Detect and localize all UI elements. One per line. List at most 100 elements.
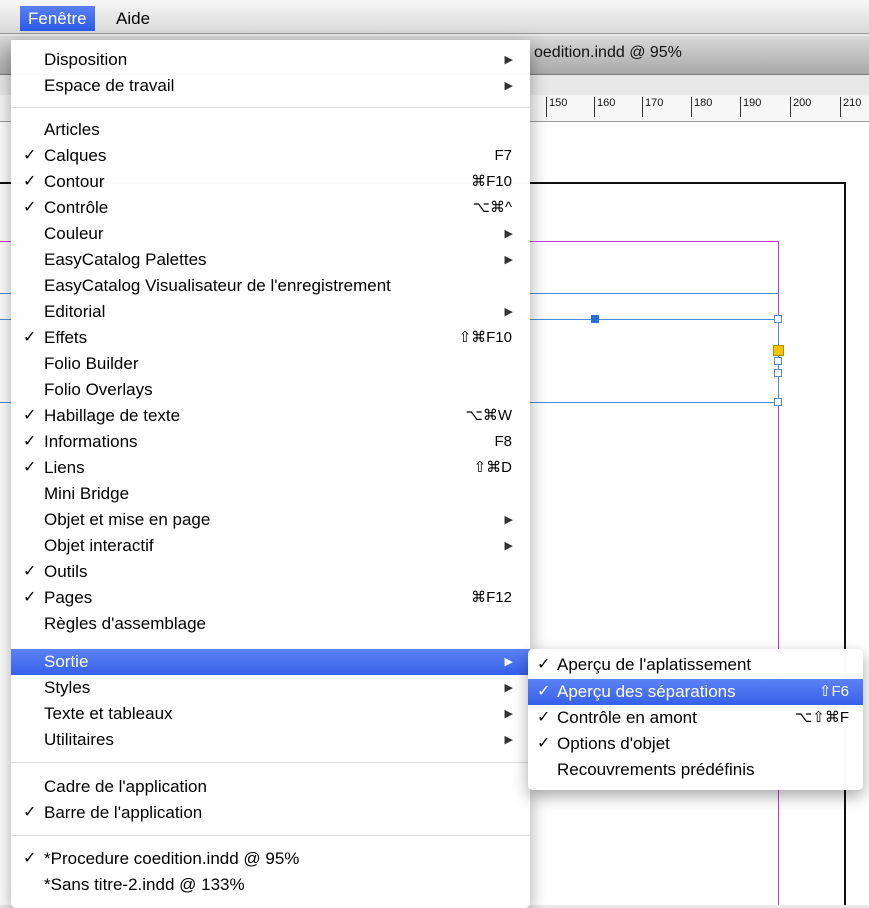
menu-aide[interactable]: Aide <box>108 6 158 31</box>
menu-item-disposition[interactable]: Disposition ▶ <box>11 47 530 73</box>
menu-item-label: Sortie <box>44 652 89 671</box>
menu-item-window-sans-titre-2[interactable]: *Sans titre-2.indd @ 133% <box>11 872 530 898</box>
checkmark-icon: ✓ <box>23 433 37 450</box>
checkmark-icon: ✓ <box>23 199 37 216</box>
checkmark-icon: ✓ <box>23 850 37 867</box>
menu-item-objet-et-mise-en-page[interactable]: Objet et mise en page ▶ <box>11 507 530 533</box>
sortie-submenu: ✓ Aperçu de l'aplatissement ✓ Aperçu des… <box>528 649 863 790</box>
menu-item-contour[interactable]: ✓ Contour ⌘F10 <box>11 169 530 195</box>
shortcut-label: ⌥⌘W <box>465 407 512 424</box>
menu-item-window-procedure-coedition[interactable]: ✓ *Procedure coedition.indd @ 95% <box>11 846 530 872</box>
menu-item-calques[interactable]: ✓ Calques F7 <box>11 143 530 169</box>
menu-item-habillage-de-texte[interactable]: ✓ Habillage de texte ⌥⌘W <box>11 403 530 429</box>
menu-fenetre[interactable]: Fenêtre <box>20 6 95 31</box>
submenu-item-recouvrements-predefinis[interactable]: Recouvrements prédéfinis <box>528 757 863 783</box>
menu-item-controle[interactable]: ✓ Contrôle ⌥⌘^ <box>11 195 530 221</box>
menu-item-label: Pages <box>44 588 93 607</box>
menu-item-label: Contrôle <box>44 198 109 217</box>
checkmark-icon: ✓ <box>23 147 37 164</box>
menu-item-label: Informations <box>44 432 138 451</box>
menu-item-easycatalog-palettes[interactable]: EasyCatalog Palettes ▶ <box>11 247 530 273</box>
menu-item-objet-interactif[interactable]: Objet interactif ▶ <box>11 533 530 559</box>
menu-item-liens[interactable]: ✓ Liens ⇧⌘D <box>11 455 530 481</box>
ruler-tick: 200 <box>790 97 811 117</box>
submenu-arrow-icon: ▶ <box>504 656 513 668</box>
frame-handle[interactable] <box>774 398 782 406</box>
menu-item-regles-d-assemblage[interactable]: Règles d'assemblage <box>11 611 530 637</box>
menu-item-label: Barre de l'application <box>44 803 203 822</box>
menu-item-label: Espace de travail <box>44 76 175 95</box>
menu-item-articles[interactable]: Articles <box>11 117 530 143</box>
submenu-item-apercu-separations[interactable]: ✓ Aperçu des séparations ⇧F6 <box>528 679 863 705</box>
menu-item-label: Liens <box>44 458 85 477</box>
ruler-tick: 150 <box>546 97 567 117</box>
submenu-arrow-icon: ▶ <box>504 228 513 240</box>
checkmark-icon: ✓ <box>23 459 37 476</box>
menubar: Fenêtre Aide <box>0 0 869 34</box>
submenu-item-controle-en-amont[interactable]: ✓ Contrôle en amont ⌥⇧⌘F <box>528 705 863 731</box>
menu-item-pages[interactable]: ✓ Pages ⌘F12 <box>11 585 530 611</box>
checkmark-icon: ✓ <box>23 804 37 821</box>
ruler-tick: 190 <box>740 97 761 117</box>
menu-item-couleur[interactable]: Couleur ▶ <box>11 221 530 247</box>
menu-item-effets[interactable]: ✓ Effets ⇧⌘F10 <box>11 325 530 351</box>
submenu-arrow-icon: ▶ <box>504 254 513 266</box>
checkmark-icon: ✓ <box>23 589 37 606</box>
menu-item-cadre-de-l-application[interactable]: Cadre de l'application <box>11 774 530 800</box>
menu-item-folio-overlays[interactable]: Folio Overlays <box>11 377 530 403</box>
menu-item-sortie[interactable]: Sortie ▶ <box>11 649 530 675</box>
submenu-item-options-d-objet[interactable]: ✓ Options d'objet <box>528 731 863 757</box>
ruler-tick: 170 <box>642 97 663 117</box>
menu-item-informations[interactable]: ✓ Informations F8 <box>11 429 530 455</box>
menu-item-label: Habillage de texte <box>44 406 181 425</box>
shortcut-label: ⌥⇧⌘F <box>794 709 849 726</box>
menu-item-barre-de-l-application[interactable]: ✓ Barre de l'application <box>11 800 530 826</box>
menu-item-texte-et-tableaux[interactable]: Texte et tableaux ▶ <box>11 701 530 727</box>
menu-item-label: Editorial <box>44 302 106 321</box>
checkmark-icon: ✓ <box>23 407 37 424</box>
shortcut-label: ⇧⌘F10 <box>458 329 512 346</box>
menu-item-label: Aperçu de l'aplatissement <box>557 655 752 674</box>
shortcut-label: ⌘F12 <box>471 589 512 606</box>
shortcut-label: ⌥⌘^ <box>472 199 512 216</box>
frame-inport-handle[interactable] <box>773 345 784 356</box>
submenu-item-apercu-aplatissement[interactable]: ✓ Aperçu de l'aplatissement <box>528 652 863 678</box>
checkmark-icon: ✓ <box>23 329 37 346</box>
menu-item-outils[interactable]: ✓ Outils <box>11 559 530 585</box>
document-title: oedition.indd @ 95% <box>534 44 682 61</box>
submenu-arrow-icon: ▶ <box>504 708 513 720</box>
frame-handle[interactable] <box>774 315 782 323</box>
frame-outport-handle[interactable] <box>774 369 782 377</box>
frame-center-handle[interactable] <box>591 315 599 323</box>
menu-item-label: EasyCatalog Palettes <box>44 250 207 269</box>
checkmark-icon: ✓ <box>23 563 37 580</box>
menu-item-easycatalog-visualisateur[interactable]: EasyCatalog Visualisateur de l'enregistr… <box>11 273 530 299</box>
menu-item-label: Texte et tableaux <box>44 704 173 723</box>
menu-item-styles[interactable]: Styles ▶ <box>11 675 530 701</box>
menu-item-label: Folio Overlays <box>44 380 153 399</box>
menu-item-label: Outils <box>44 562 88 581</box>
menu-item-label: Couleur <box>44 224 104 243</box>
menu-separator <box>11 107 530 108</box>
menu-item-folio-builder[interactable]: Folio Builder <box>11 351 530 377</box>
menu-item-label: Effets <box>44 328 88 347</box>
menu-item-label: *Sans titre-2.indd @ 133% <box>44 875 245 894</box>
submenu-arrow-icon: ▶ <box>504 682 513 694</box>
checkmark-icon: ✓ <box>537 735 551 752</box>
frame-handle[interactable] <box>774 357 782 365</box>
menu-item-editorial[interactable]: Editorial ▶ <box>11 299 530 325</box>
submenu-arrow-icon: ▶ <box>504 540 513 552</box>
fenetre-dropdown-menu: Disposition ▶ Espace de travail ▶ Articl… <box>11 40 530 908</box>
submenu-arrow-icon: ▶ <box>504 734 513 746</box>
menu-item-label: Contour <box>44 172 105 191</box>
menu-item-label: Mini Bridge <box>44 484 130 503</box>
menu-item-espace-de-travail[interactable]: Espace de travail ▶ <box>11 73 530 99</box>
menu-item-label: Utilitaires <box>44 730 114 749</box>
menu-item-utilitaires[interactable]: Utilitaires ▶ <box>11 727 530 753</box>
menu-item-label: Cadre de l'application <box>44 777 207 796</box>
menu-item-label: Objet et mise en page <box>44 510 211 529</box>
ruler-tick: 210 <box>840 97 861 117</box>
menu-item-mini-bridge[interactable]: Mini Bridge <box>11 481 530 507</box>
menu-item-label: Options d'objet <box>557 734 670 753</box>
submenu-arrow-icon: ▶ <box>504 80 513 92</box>
